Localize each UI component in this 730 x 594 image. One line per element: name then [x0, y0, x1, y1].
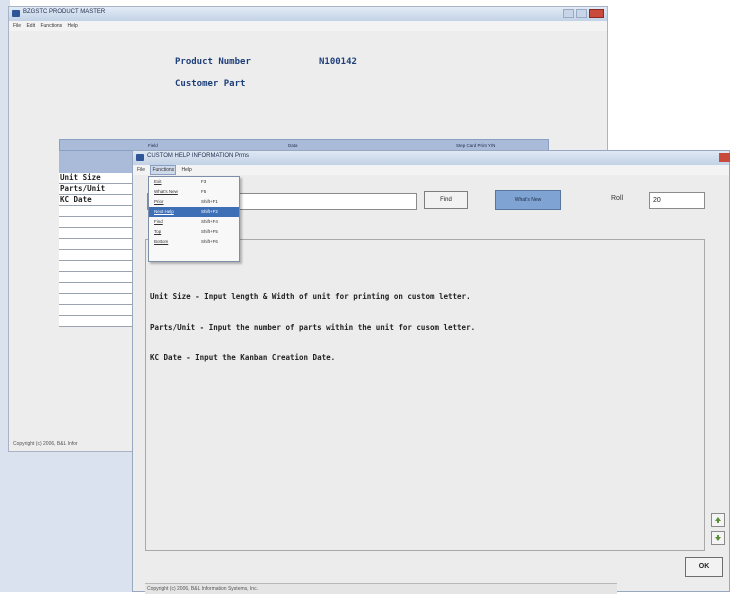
menu-help[interactable]: Help [68, 21, 78, 31]
roll-label: Roll [611, 195, 624, 202]
table-row[interactable] [59, 250, 139, 261]
menu-item-next-help[interactable]: Next Help Shift+F2 [149, 207, 239, 217]
roll-input[interactable]: 20 [649, 192, 705, 209]
close-button[interactable] [719, 153, 730, 162]
maximize-button[interactable] [576, 9, 587, 18]
menu-functions[interactable]: Functions [40, 21, 62, 31]
menu-item-shortcut: F3 [201, 179, 207, 184]
whats-new-button[interactable]: What's New [495, 190, 561, 210]
app-window-icon [136, 154, 144, 161]
help-line-kc-date: KC Date - Input the Kanban Creation Date… [150, 353, 336, 362]
window-controls [563, 9, 604, 18]
table-row[interactable] [59, 294, 139, 305]
menu-item-label: Bottom [154, 239, 169, 244]
menu-item-label: Find [154, 219, 163, 224]
menu-item-find[interactable]: Find Shift+F4 [149, 217, 239, 227]
menu-item-prior[interactable]: Prior Shift+F1 [149, 197, 239, 207]
menu-item-top[interactable]: Top Shift+F5 [149, 227, 239, 237]
grid-header-corner [59, 151, 139, 173]
table-row[interactable]: KC Date [59, 195, 139, 206]
menu-item-label: Prior [154, 199, 164, 204]
background-area [0, 452, 135, 592]
menu-item-exit[interactable]: Exit F3 [149, 177, 239, 187]
help-line-unit-size: Unit Size - Input length & Width of unit… [150, 292, 471, 301]
help-line-parts-unit: Parts/Unit - Input the number of parts w… [150, 323, 476, 332]
scroll-down-button[interactable] [711, 531, 725, 545]
status-bar: Copyright (c) 2006, B&L Information Syst… [145, 583, 617, 594]
product-number-label: Product Number [175, 57, 251, 67]
table-row[interactable] [59, 316, 139, 327]
column-header-field: Field [148, 143, 158, 148]
menu-file[interactable]: File [13, 21, 21, 31]
menu-item-label: Next Help [154, 209, 174, 214]
title-bar: BZGSTC PRODUCT MASTER [9, 7, 607, 21]
help-text-panel: Unit Size - Input length & Width of unit… [145, 239, 705, 551]
ok-button[interactable]: OK [685, 557, 723, 577]
app-window-icon [12, 10, 20, 17]
column-header-data: Data [288, 143, 298, 148]
menu-item-bottom[interactable]: Bottom Shift+F6 [149, 237, 239, 247]
table-row[interactable] [59, 228, 139, 239]
arrow-up-icon [715, 517, 721, 523]
dialog-title: CUSTOM HELP INFORMATION Prms [147, 153, 250, 159]
menu-item-shortcut: Shift+F1 [201, 199, 218, 204]
menu-item-label: Top [154, 229, 162, 234]
minimize-button[interactable] [563, 9, 574, 18]
table-row[interactable] [59, 239, 139, 250]
title-bar: CUSTOM HELP INFORMATION Prms [133, 151, 730, 165]
table-row[interactable]: Parts/Unit [59, 184, 139, 195]
table-row[interactable] [59, 283, 139, 294]
menu-item-shortcut: F5 [201, 189, 207, 194]
menu-item-shortcut: Shift+F2 [201, 209, 218, 214]
scroll-up-button[interactable] [711, 513, 725, 527]
close-button[interactable] [589, 9, 604, 18]
menu-item-shortcut: Shift+F5 [201, 229, 218, 234]
window-title: BZGSTC PRODUCT MASTER [23, 9, 106, 15]
arrow-down-icon [715, 535, 721, 541]
table-row[interactable] [59, 272, 139, 283]
menu-help[interactable]: Help [182, 165, 192, 175]
menu-functions[interactable]: Functions [150, 165, 177, 175]
customer-part-label: Customer Part [175, 79, 246, 89]
menu-item-label: What's New [154, 189, 178, 194]
product-number-value: N100142 [319, 57, 357, 67]
menu-item-shortcut: Shift+F6 [201, 239, 218, 244]
menu-item-label: Exit [154, 179, 162, 184]
copyright-text: Copyright (c) 2006, B&L Infor [13, 441, 78, 447]
column-header-step-card: Step Card Print Y/N [456, 143, 496, 148]
table-row[interactable] [59, 206, 139, 217]
find-button[interactable]: Find [424, 191, 468, 209]
menu-edit[interactable]: Edit [26, 21, 35, 31]
table-row[interactable] [59, 305, 139, 316]
field-list: Unit Size Parts/Unit KC Date [59, 173, 139, 327]
background-area [610, 0, 730, 150]
table-row[interactable] [59, 217, 139, 228]
table-row[interactable] [59, 261, 139, 272]
menu-bar: File Functions Help [133, 165, 729, 175]
table-row[interactable]: Unit Size [59, 173, 139, 184]
functions-menu-dropdown: Exit F3 What's New F5 Prior Shift+F1 Nex… [148, 176, 240, 262]
menu-item-shortcut: Shift+F4 [201, 219, 218, 224]
menu-bar: File Edit Functions Help [9, 21, 607, 31]
menu-file[interactable]: File [137, 165, 145, 175]
menu-item-whats-new[interactable]: What's New F5 [149, 187, 239, 197]
